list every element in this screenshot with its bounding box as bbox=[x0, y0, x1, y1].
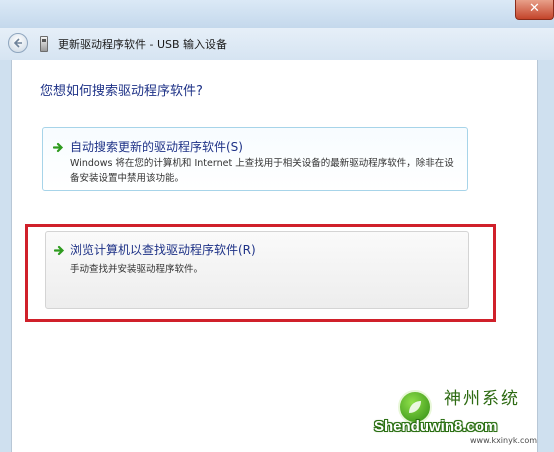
option-description: Windows 将在您的计算机和 Internet 上查找用于相关设备的最新驱动… bbox=[70, 158, 454, 184]
watermark-chinese-text: 神州系统 bbox=[444, 389, 520, 409]
usb-device-icon bbox=[40, 36, 48, 52]
back-button[interactable] bbox=[8, 33, 28, 53]
page-heading: 您想如何搜索驱动程序软件? bbox=[40, 84, 203, 99]
watermark-site-text: Shenduwin8.com bbox=[374, 418, 498, 435]
green-arrow-icon bbox=[53, 142, 64, 153]
title-bar: ✕ bbox=[0, 0, 554, 28]
watermark: 神州系统 Shenduwin8.com www.kxinyk.com bbox=[372, 380, 550, 450]
window-title: 更新驱动程序软件 - USB 输入设备 bbox=[58, 38, 228, 51]
close-button[interactable]: ✕ bbox=[515, 0, 554, 20]
option-auto-search[interactable]: 自动搜索更新的驱动程序软件(S) Windows 将在您的计算机和 Intern… bbox=[42, 127, 468, 191]
back-arrow-icon bbox=[13, 38, 22, 48]
close-icon: ✕ bbox=[529, 1, 540, 16]
option-title: 自动搜索更新的驱动程序软件(S) bbox=[70, 140, 243, 154]
watermark-url: www.kxinyk.com bbox=[470, 436, 538, 445]
navigation-bar: 更新驱动程序软件 - USB 输入设备 bbox=[0, 28, 554, 60]
red-highlight-annotation bbox=[25, 224, 496, 322]
leaf-icon bbox=[409, 401, 421, 413]
